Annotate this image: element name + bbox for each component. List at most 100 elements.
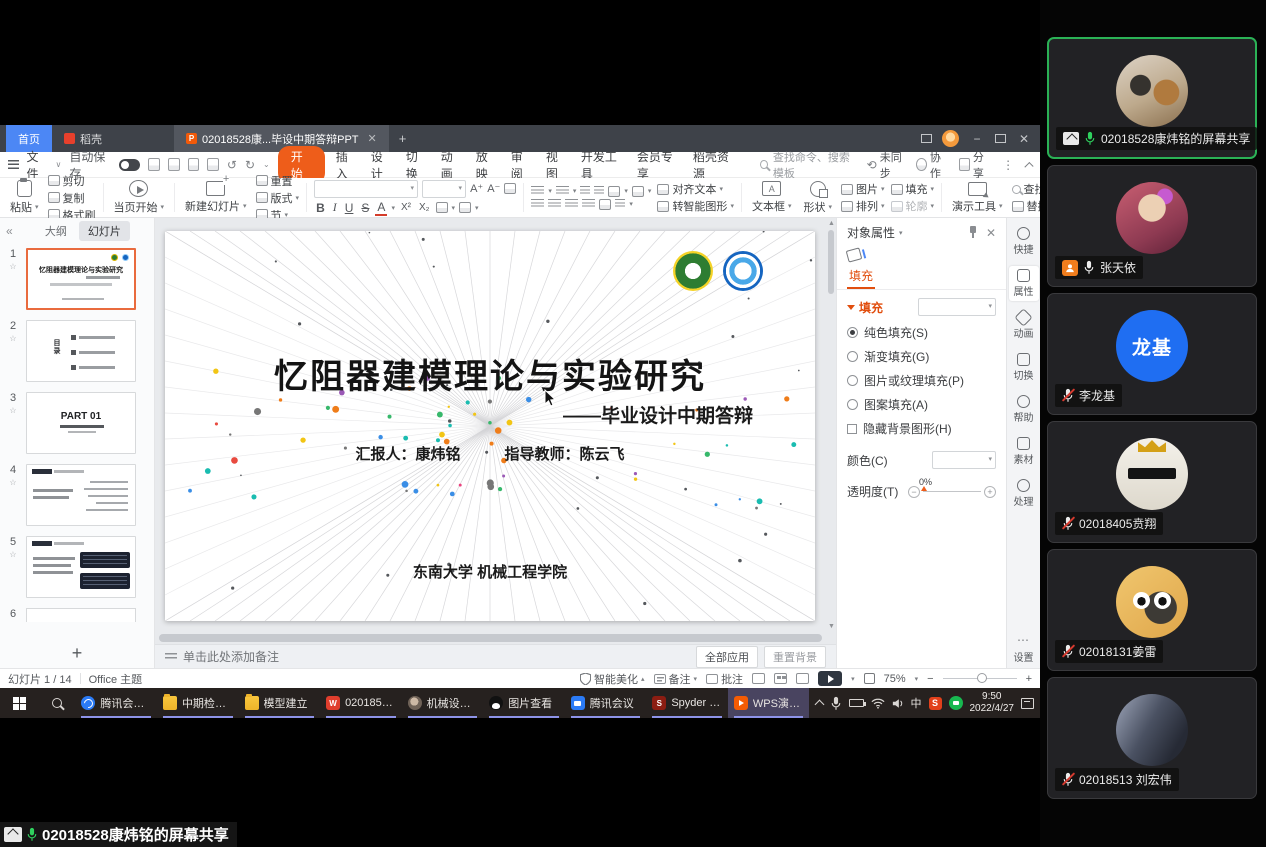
- props-tab-fill[interactable]: 填充: [847, 263, 875, 289]
- ime-indicator[interactable]: 中: [911, 695, 922, 711]
- zoom-in-button[interactable]: +: [1026, 673, 1032, 685]
- rail-properties[interactable]: 属性: [1009, 266, 1039, 301]
- close-tab-icon[interactable]: ✕: [368, 132, 377, 145]
- taskbar-app-folder2[interactable]: 模型建立: [239, 688, 321, 718]
- fill-button[interactable]: 填充▾: [891, 181, 935, 197]
- menu-design[interactable]: 设计: [368, 148, 395, 182]
- font-color-button[interactable]: A: [375, 200, 387, 216]
- columns-icon[interactable]: [599, 199, 611, 210]
- decrease-font-icon[interactable]: A⁻: [487, 182, 500, 195]
- slide-thumbnail-6[interactable]: [26, 608, 136, 622]
- participant-tile[interactable]: 02018528康炜铭的屏幕共享: [1047, 37, 1257, 159]
- transparency-plus-button[interactable]: +: [984, 486, 996, 498]
- cut-button[interactable]: 剪切: [48, 173, 96, 189]
- decrease-indent-icon[interactable]: [580, 186, 590, 196]
- tab-slides[interactable]: 幻灯片: [79, 221, 130, 241]
- copy-button[interactable]: 复制: [48, 190, 96, 206]
- taskbar-app-wps-show[interactable]: WPS演示 幻...: [728, 688, 810, 718]
- subscript-button[interactable]: X₂: [417, 202, 432, 213]
- notes-bar[interactable]: 单击此处添加备注 全部应用 重置背景: [155, 644, 836, 668]
- restore-button[interactable]: [995, 134, 1006, 143]
- export-icon[interactable]: [168, 158, 180, 171]
- horizontal-scrollbar[interactable]: [155, 632, 836, 644]
- scroll-down-icon[interactable]: ▼: [828, 623, 835, 630]
- slide-thumbnail-5[interactable]: [26, 536, 136, 598]
- clear-format-icon[interactable]: [504, 183, 516, 194]
- slide-advisor[interactable]: 指导教师：陈云飞: [505, 443, 625, 464]
- save-icon[interactable]: [148, 158, 160, 171]
- new-slide-button[interactable]: 新建幻灯片▾: [179, 180, 253, 215]
- option-picture-fill[interactable]: 图片或纹理填充(P): [847, 372, 996, 389]
- font-size-select[interactable]: [422, 180, 466, 198]
- slide-thumbnail-1[interactable]: 忆阻器建模理论与实验研究: [26, 248, 136, 310]
- option-pattern-fill[interactable]: 图案填充(A): [847, 396, 996, 413]
- paste-button[interactable]: 粘贴▾: [4, 180, 45, 215]
- menu-member[interactable]: 会员专享: [634, 148, 682, 182]
- view-sorter-icon[interactable]: [774, 673, 787, 684]
- close-window-button[interactable]: ✕: [1016, 132, 1032, 146]
- picture-button[interactable]: 图片▾: [841, 181, 885, 197]
- justify-icon[interactable]: [582, 199, 595, 209]
- rail-assets[interactable]: 素材: [1009, 434, 1039, 469]
- bold-button[interactable]: B: [314, 201, 327, 215]
- participant-tile[interactable]: 02018405贲翔: [1047, 421, 1257, 543]
- comments-button[interactable]: 批注: [706, 671, 743, 687]
- collapse-ribbon-icon[interactable]: [1025, 161, 1034, 170]
- underline-button[interactable]: U: [343, 201, 356, 215]
- slide-presenter[interactable]: 汇报人：康炜铭: [355, 443, 460, 464]
- zoom-slider[interactable]: [943, 678, 1017, 680]
- align-right-icon[interactable]: [565, 199, 578, 209]
- start-button[interactable]: [0, 688, 39, 718]
- tray-mic-icon[interactable]: [830, 696, 842, 711]
- layout-button[interactable]: 版式▾: [256, 190, 300, 206]
- section-collapse-icon[interactable]: [847, 305, 855, 310]
- print-icon[interactable]: [188, 158, 200, 171]
- notes-button[interactable]: 备注▾: [654, 671, 698, 687]
- rail-transition[interactable]: 切换: [1009, 350, 1039, 385]
- color-dropdown[interactable]: [932, 451, 996, 469]
- pin-icon[interactable]: [968, 226, 978, 238]
- layout-switch-icon[interactable]: [921, 134, 932, 143]
- sync-status[interactable]: ⟲未同步: [867, 149, 905, 181]
- minimize-button[interactable]: −: [969, 132, 985, 146]
- add-slide-button[interactable]: +: [0, 638, 154, 668]
- slide-subtitle[interactable]: ——毕业设计中期答辩: [165, 401, 753, 428]
- menu-transition[interactable]: 切换: [403, 148, 430, 182]
- play-options-icon[interactable]: ▾: [851, 675, 855, 683]
- reset-button[interactable]: 重置: [256, 173, 300, 189]
- arrange-button[interactable]: 排列▾: [841, 198, 885, 214]
- more-commands-icon[interactable]: ⌄: [263, 160, 270, 169]
- menu-insert[interactable]: 插入: [333, 148, 360, 182]
- slideshow-play-button[interactable]: [818, 671, 842, 686]
- rail-animation[interactable]: 动画: [1009, 308, 1039, 343]
- print-preview-icon[interactable]: [207, 158, 219, 171]
- transparency-slider[interactable]: 0%: [923, 491, 981, 493]
- text-direction-icon[interactable]: [608, 186, 620, 197]
- taskbar-app-imageviewer[interactable]: 图片查看: [483, 688, 565, 718]
- taskbar-app-wps-doc[interactable]: W02018528...: [320, 688, 402, 718]
- option-hide-background[interactable]: 隐藏背景图形(H): [847, 420, 996, 437]
- slide-thumbnail-3[interactable]: PART 01: [26, 392, 136, 454]
- smart-graphic-button[interactable]: 转智能图形▾: [657, 198, 734, 214]
- action-center-icon[interactable]: [1021, 698, 1034, 709]
- collapse-panel-icon[interactable]: «: [6, 224, 13, 238]
- participant-tile[interactable]: 张天依: [1047, 165, 1257, 287]
- superscript-button[interactable]: X²: [399, 202, 413, 213]
- rail-settings[interactable]: ⋯设置: [1014, 633, 1034, 664]
- menu-docer-res[interactable]: 稻壳资源: [690, 148, 738, 182]
- menu-slideshow[interactable]: 放映: [473, 148, 500, 182]
- align-center-icon[interactable]: [548, 199, 561, 209]
- view-normal-icon[interactable]: [752, 673, 765, 684]
- taskbar-app-meeting2[interactable]: 腾讯会议: [565, 688, 647, 718]
- numbering-icon[interactable]: [556, 186, 569, 196]
- sort-icon[interactable]: [632, 186, 644, 197]
- sogou-icon[interactable]: S: [929, 697, 942, 710]
- taskbar-app-spyder[interactable]: SSpyder (Py...: [646, 688, 728, 718]
- view-reading-icon[interactable]: [796, 673, 809, 684]
- slide-thumbnail-2[interactable]: 目录: [26, 320, 136, 382]
- menu-view[interactable]: 视图: [543, 148, 570, 182]
- textbox-button[interactable]: 文本框▾: [746, 180, 798, 215]
- menu-file[interactable]: 文件: [27, 148, 48, 182]
- option-gradient-fill[interactable]: 渐变填充(G): [847, 348, 996, 365]
- scroll-up-icon[interactable]: ▲: [828, 220, 835, 227]
